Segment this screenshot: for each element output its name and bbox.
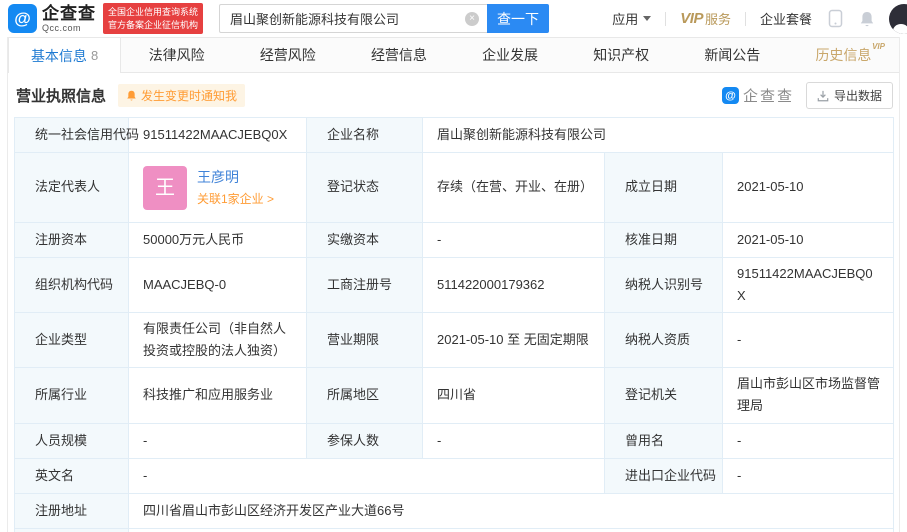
top-header: @ 企查查 Qcc.com 全国企业信用查询系统 官方备案企业征信机构 × 查一… [0, 0, 907, 37]
field-value: 四川省眉山市彭山区经济开发区产业大道66号 [127, 492, 895, 529]
tab-enterprise-development[interactable]: 企业发展 [455, 38, 566, 72]
table-row: 所属行业 科技推广和应用服务业 所属地区 四川省 登记机关 眉山市彭山区市场监督… [14, 367, 895, 424]
tab-basic-info[interactable]: 基本信息 8 [8, 38, 122, 73]
table-row: 组织机构代码 MAACJEBQ-0 工商注册号 511422000179362 … [14, 256, 895, 314]
tab-operation-risk[interactable]: 经营风险 [232, 38, 343, 72]
field-value: 91511422MAACJEBQ0X [721, 256, 895, 314]
field-value: - [128, 422, 307, 459]
qcc-logo[interactable]: @ 企查查 Qcc.com [8, 4, 96, 33]
section-title: 营业执照信息 [16, 88, 107, 105]
field-label: 人员规模 [14, 422, 129, 459]
field-value: 存续（在营、开业、在册） [422, 152, 605, 223]
field-value: 有限责任公司（非自然人投资或控股的法人独资） [128, 312, 307, 369]
field-label: 企业名称 [306, 117, 423, 153]
export-data-button[interactable]: 导出数据 [805, 82, 893, 109]
download-icon [817, 90, 829, 101]
field-value: 眉山市彭山区市场监督管理局 [721, 367, 895, 424]
table-row: 人员规模 - 参保人数 - 曾用名 - [14, 422, 895, 459]
field-value: - [721, 457, 895, 494]
search-input[interactable] [230, 11, 466, 26]
field-label: 统一社会信用代码 [14, 117, 139, 153]
vip-badge: VIP [872, 42, 885, 51]
field-value: - [422, 422, 605, 459]
content-card: 基本信息 8 法律风险 经营风险 经营信息 企业发展 知识产权 新闻公告 历史信… [7, 37, 900, 532]
qcc-watermark-icon: @ [721, 87, 739, 104]
table-row: 经营范围 一般项目：技术服务、技术开发、技术咨询、技术交流、技术转让、技术推广；… [14, 527, 895, 532]
field-label: 英文名 [14, 457, 129, 494]
field-value: 2021-05-10 至 无固定期限 [422, 312, 605, 369]
field-label: 纳税人资质 [604, 312, 723, 369]
table-row-legal-representative: 法定代表人 王 王彦明 关联1家企业 > 登记状态 存续（在营、开业、在册） 成… [14, 152, 895, 223]
field-value: 91511422MAACJEBQ0X [128, 117, 307, 153]
field-label: 营业期限 [306, 312, 423, 369]
table-row: 统一社会信用代码 91511422MAACJEBQ0X 企业名称 眉山聚创新能源… [14, 117, 895, 153]
field-value: - [721, 422, 895, 459]
field-value: 50000万元人民币 [128, 222, 307, 258]
field-label: 登记状态 [306, 152, 423, 223]
credit-system-badge: 全国企业信用查询系统 官方备案企业征信机构 [103, 3, 204, 34]
search-button[interactable]: 查一下 [487, 4, 550, 33]
section-header: 营业执照信息 发生变更时通知我 @ 企查查 导出数据 [8, 73, 899, 117]
vip-service-link[interactable]: VIP 服务 [680, 9, 731, 28]
field-value: 一般项目：技术服务、技术开发、技术咨询、技术交流、技术转让、技术推广；电池制造；… [127, 527, 895, 532]
field-label: 参保人数 [306, 422, 423, 459]
field-value: - [422, 222, 605, 258]
tab-count: 8 [90, 48, 99, 63]
field-label: 所属地区 [306, 367, 423, 424]
field-label: 进出口企业代码 [604, 457, 723, 494]
vip-logo-icon: VIP [680, 10, 703, 27]
field-label: 纳税人识别号 [604, 256, 723, 314]
tab-news[interactable]: 新闻公告 [677, 38, 788, 72]
field-value: 2021-05-10 [721, 152, 895, 223]
table-row: 企业类型 有限责任公司（非自然人投资或控股的法人独资） 营业期限 2021-05… [14, 312, 895, 369]
field-label: 注册地址 [14, 492, 129, 529]
legal-rep-avatar: 王 [143, 165, 187, 210]
mobile-app-icon[interactable] [828, 9, 843, 28]
table-row: 注册资本 50000万元人民币 实缴资本 - 核准日期 2021-05-10 [14, 222, 895, 258]
notification-bell-icon[interactable] [859, 10, 875, 28]
business-license-table: 统一社会信用代码 91511422MAACJEBQ0X 企业名称 眉山聚创新能源… [14, 117, 895, 532]
field-value: 科技推广和应用服务业 [128, 367, 307, 424]
user-avatar[interactable] [889, 3, 907, 34]
field-value: 2021-05-10 [721, 222, 895, 258]
related-companies-link[interactable]: 关联1家企业 > [197, 190, 274, 208]
legal-rep-name-link[interactable]: 王彦明 [197, 167, 274, 188]
enterprise-package-link[interactable]: 企业套餐 [760, 9, 812, 28]
chevron-down-icon [643, 16, 652, 21]
table-row: 注册地址 四川省眉山市彭山区经济开发区产业大道66号 [14, 492, 895, 529]
search-bar: × 查一下 [219, 4, 550, 33]
field-label: 曾用名 [604, 422, 723, 459]
field-label: 组织机构代码 [14, 256, 129, 314]
field-label: 法定代表人 [14, 152, 129, 223]
field-value: 511422000179362 [422, 256, 605, 314]
notify-on-change-button[interactable]: 发生变更时通知我 [118, 84, 246, 107]
field-value: - [128, 457, 605, 494]
tab-legal-risk[interactable]: 法律风险 [121, 38, 232, 72]
field-label: 实缴资本 [306, 222, 423, 258]
tab-history-info[interactable]: 历史信息 VIP [788, 38, 899, 72]
tab-bar: 基本信息 8 法律风险 经营风险 经营信息 企业发展 知识产权 新闻公告 历史信… [8, 37, 899, 73]
field-label: 工商注册号 [306, 256, 423, 314]
logo-domain: Qcc.com [42, 22, 82, 33]
field-label: 所属行业 [14, 367, 129, 424]
tab-operation-info[interactable]: 经营信息 [343, 38, 454, 72]
field-value: MAACJEBQ-0 [128, 256, 307, 314]
tab-intellectual-property[interactable]: 知识产权 [566, 38, 677, 72]
field-label: 核准日期 [604, 222, 723, 258]
qcc-logo-icon: @ [8, 4, 37, 33]
field-label: 注册资本 [14, 222, 129, 258]
field-label: 成立日期 [604, 152, 723, 223]
field-value: - [721, 312, 895, 369]
bell-icon [127, 90, 136, 101]
qcc-watermark: @ 企查查 [721, 85, 794, 106]
apps-menu[interactable]: 应用 [612, 9, 652, 28]
clear-search-icon[interactable]: × [465, 11, 480, 26]
field-value: 四川省 [422, 367, 605, 424]
table-row: 英文名 - 进出口企业代码 - [14, 457, 895, 494]
field-label: 登记机关 [604, 367, 723, 424]
field-label: 企业类型 [14, 312, 129, 369]
field-label: 经营范围 [14, 527, 129, 532]
field-value: 眉山聚创新能源科技有限公司 [421, 117, 895, 153]
logo-name: 企查查 [42, 3, 96, 23]
